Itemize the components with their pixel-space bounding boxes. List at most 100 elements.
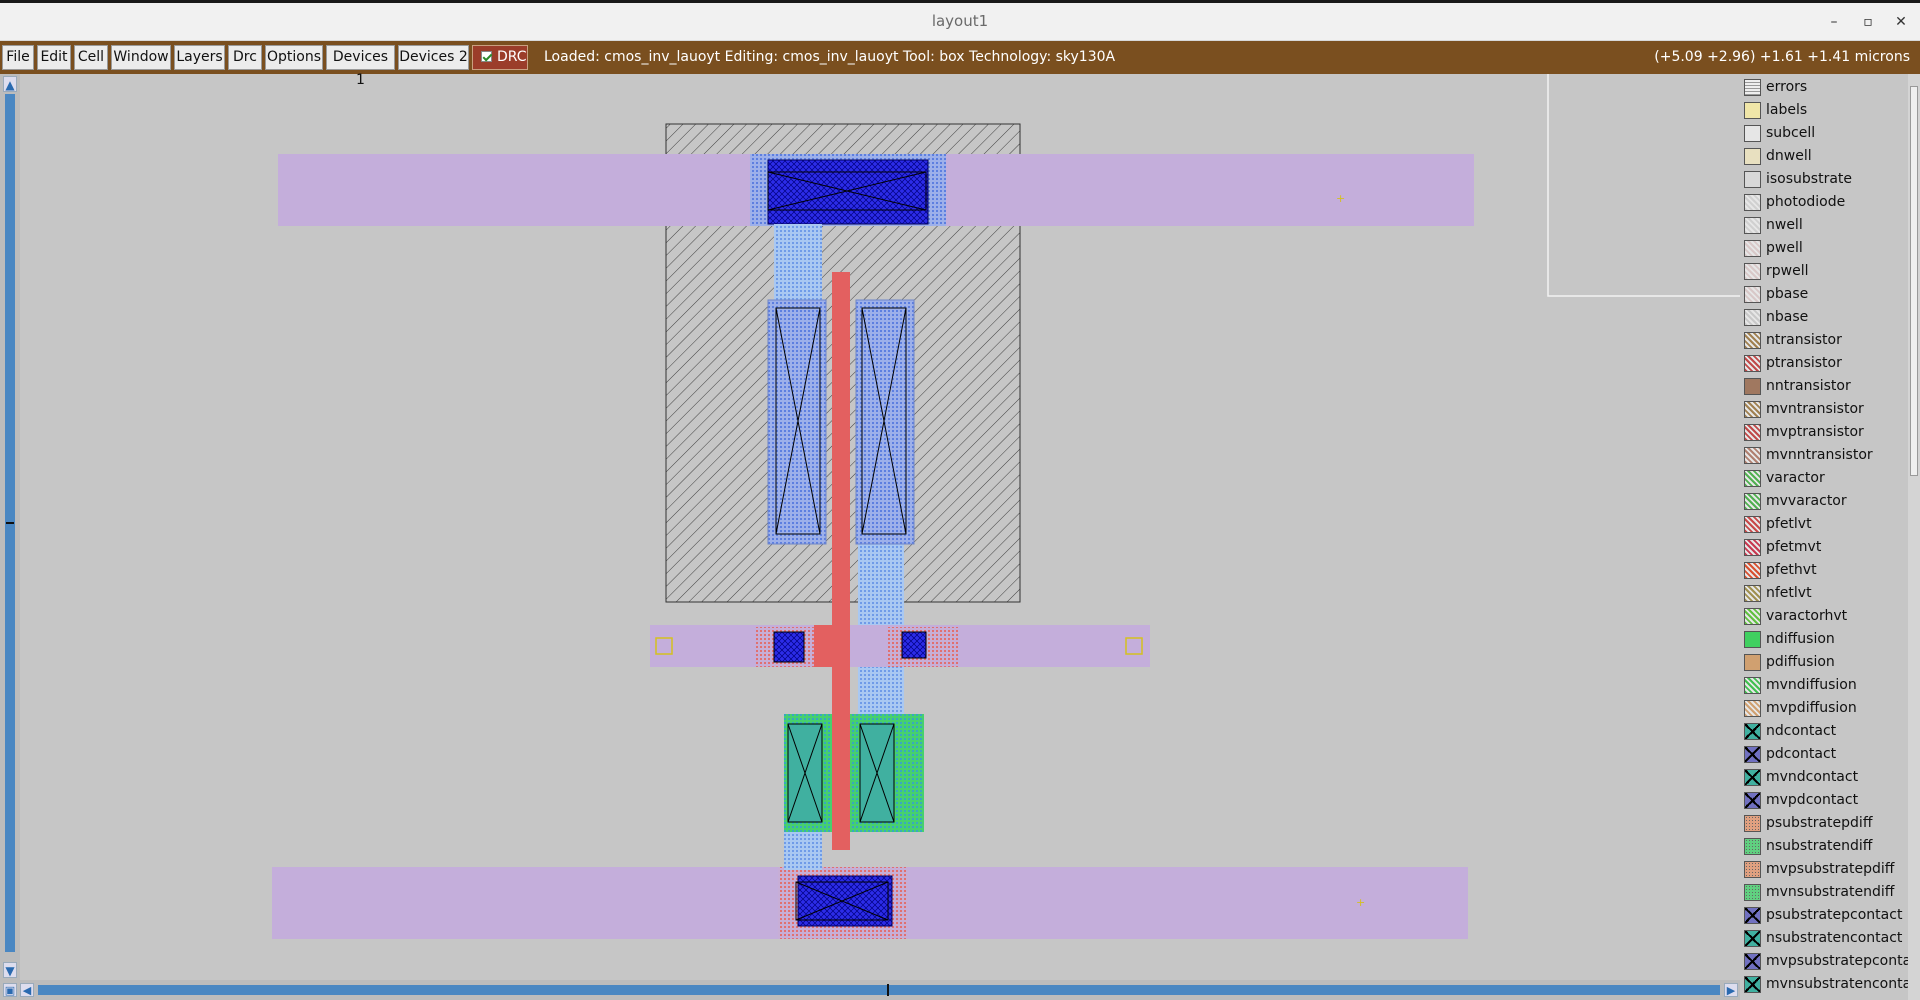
layer-item-pdiffusion[interactable]: pdiffusion [1742, 651, 1908, 674]
layer-item-mvptransistor[interactable]: mvptransistor [1742, 421, 1908, 444]
layer-item-pdcontact[interactable]: pdcontact [1742, 743, 1908, 766]
box-tool-outline[interactable] [1547, 74, 1740, 297]
layer-item-mvpdiffusion[interactable]: mvpdiffusion [1742, 697, 1908, 720]
layer-item-nsubstratendiff[interactable]: nsubstratendiff [1742, 835, 1908, 858]
drc-toggle[interactable]: DRC [472, 45, 528, 70]
vertical-scrollbar[interactable]: ▲ ▼ [0, 74, 20, 980]
scroll-up-arrow-icon[interactable]: ▲ [3, 76, 17, 92]
layer-item-mvvaractor[interactable]: mvvaractor [1742, 490, 1908, 513]
layer-name: mvpsubstratepdiff [1766, 861, 1895, 877]
layer-item-varactorhvt[interactable]: varactorhvt [1742, 605, 1908, 628]
layer-item-dnwell[interactable]: dnwell [1742, 145, 1908, 168]
hatch-icon [1744, 194, 1761, 211]
close-icon[interactable]: ✕ [1890, 11, 1912, 33]
input-contact[interactable] [773, 631, 805, 663]
hatch-icon [1744, 424, 1761, 441]
layer-item-isosubstrate[interactable]: isosubstrate [1742, 168, 1908, 191]
menu-file[interactable]: File [2, 45, 34, 70]
layer-name: subcell [1766, 125, 1816, 141]
scroll-home-icon[interactable]: ▣ [3, 983, 17, 997]
hatch-icon [1744, 309, 1761, 326]
layer-item-pbase[interactable]: pbase [1742, 283, 1908, 306]
layer-name: errors [1766, 79, 1808, 95]
layer-item-psubstratepdiff[interactable]: psubstratepdiff [1742, 812, 1908, 835]
status-text: Loaded: cmos_inv_lauoyt Editing: cmos_in… [544, 49, 1116, 65]
layout-canvas[interactable]: + + [20, 74, 1740, 980]
menu-options[interactable]: Options [265, 45, 323, 70]
layer-item-rpwell[interactable]: rpwell [1742, 260, 1908, 283]
scroll-down-arrow-icon[interactable]: ▼ [3, 962, 17, 978]
layer-item-pfethvt[interactable]: pfethvt [1742, 559, 1908, 582]
drc-checkbox-icon [481, 51, 492, 62]
poly-contact-pad[interactable] [814, 625, 850, 667]
solid-icon [1744, 654, 1761, 671]
layer-item-nsubstratencontact[interactable]: nsubstratencontact [1742, 927, 1908, 950]
layer-name: varactorhvt [1766, 608, 1848, 624]
layer-item-nntransistor[interactable]: nntransistor [1742, 375, 1908, 398]
layer-item-subcell[interactable]: subcell [1742, 122, 1908, 145]
title-bar: layout1 – ▫ ✕ [0, 3, 1920, 41]
poly-gate[interactable] [832, 272, 850, 850]
menu-layers[interactable]: Layers [174, 45, 225, 70]
layer-item-mvndcontact[interactable]: mvndcontact [1742, 766, 1908, 789]
scroll-right-arrow-icon[interactable]: ▶ [1724, 983, 1738, 997]
layer-item-ptransistor[interactable]: ptransistor [1742, 352, 1908, 375]
layer-item-labels[interactable]: labels [1742, 99, 1908, 122]
layer-name: nntransistor [1766, 378, 1851, 394]
layer-item-mvpsubstratepdiff[interactable]: mvpsubstratepdiff [1742, 858, 1908, 881]
layer-item-varactor[interactable]: varactor [1742, 467, 1908, 490]
menu-window[interactable]: Window [111, 45, 171, 70]
horizontal-scroll-track[interactable] [38, 985, 1720, 995]
menu-drc[interactable]: Drc [228, 45, 262, 70]
layer-item-psubstratepcontact[interactable]: psubstratepcontact [1742, 904, 1908, 927]
contact-icon [1744, 792, 1761, 809]
menu-devices-2[interactable]: Devices 2 [398, 45, 469, 70]
hatch-icon [1744, 585, 1761, 602]
layer-item-mvndiffusion[interactable]: mvndiffusion [1742, 674, 1908, 697]
menu-edit[interactable]: Edit [37, 45, 71, 70]
solid-icon [1744, 171, 1761, 188]
vss-strap[interactable] [784, 826, 822, 870]
layer-palette-scroll-thumb[interactable] [1910, 86, 1918, 476]
layer-item-ntransistor[interactable]: ntransistor [1742, 329, 1908, 352]
pmos-drain-diff[interactable] [855, 299, 915, 545]
layer-item-nwell[interactable]: nwell [1742, 214, 1908, 237]
layer-item-mvnsubstratendiff[interactable]: mvnsubstratendiff [1742, 881, 1908, 904]
layout-drawing[interactable]: + + [20, 74, 1740, 980]
layer-item-nbase[interactable]: nbase [1742, 306, 1908, 329]
output-contact[interactable] [901, 631, 927, 659]
scroll-left-arrow-icon[interactable]: ◀ [20, 983, 34, 997]
layer-name: nfetlvt [1766, 585, 1812, 601]
layer-item-mvpdcontact[interactable]: mvpdcontact [1742, 789, 1908, 812]
restore-icon[interactable]: ▫ [1857, 11, 1879, 33]
grid-pattern-icon [1744, 79, 1761, 96]
layer-item-mvpsubstratepcontact[interactable]: mvpsubstratepcontact [1742, 950, 1920, 973]
layer-item-pwell[interactable]: pwell [1742, 237, 1908, 260]
menu-cell[interactable]: Cell [74, 45, 108, 70]
layer-item-photodiode[interactable]: photodiode [1742, 191, 1908, 214]
layer-item-ndiffusion[interactable]: ndiffusion [1742, 628, 1908, 651]
vss-tap-contact[interactable] [797, 875, 893, 927]
horizontal-scrollbar[interactable]: ▣ ◀ ▶ [0, 980, 1740, 1000]
solid-icon [1744, 148, 1761, 165]
vdd-tap-contact[interactable] [767, 159, 929, 225]
layer-item-ndcontact[interactable]: ndcontact [1742, 720, 1908, 743]
layer-item-errors[interactable]: errors [1742, 76, 1908, 99]
layer-item-mvntransistor[interactable]: mvntransistor [1742, 398, 1908, 421]
drc-label: DRC [497, 49, 527, 65]
layer-item-pfetmvt[interactable]: pfetmvt [1742, 536, 1908, 559]
vss-label-marker[interactable]: + [1356, 896, 1365, 909]
layer-name: rpwell [1766, 263, 1809, 279]
layer-name: psubstratepcontact [1766, 907, 1903, 923]
layer-palette-scrollbar[interactable] [1908, 74, 1920, 1000]
layer-item-mvnsubstratencontact[interactable]: mvnsubstratencontact [1742, 973, 1920, 996]
menu-devices-1[interactable]: Devices 1 [326, 45, 395, 88]
hatch-icon [1744, 332, 1761, 349]
layer-item-mvnntransistor[interactable]: mvnntransistor [1742, 444, 1908, 467]
layer-item-nfetlvt[interactable]: nfetlvt [1742, 582, 1908, 605]
layer-name: nsubstratendiff [1766, 838, 1873, 854]
vdd-label-marker[interactable]: + [1336, 192, 1345, 205]
pmos-source-diff[interactable] [767, 299, 827, 545]
minimize-icon[interactable]: – [1823, 11, 1845, 33]
layer-item-pfetlvt[interactable]: pfetlvt [1742, 513, 1908, 536]
